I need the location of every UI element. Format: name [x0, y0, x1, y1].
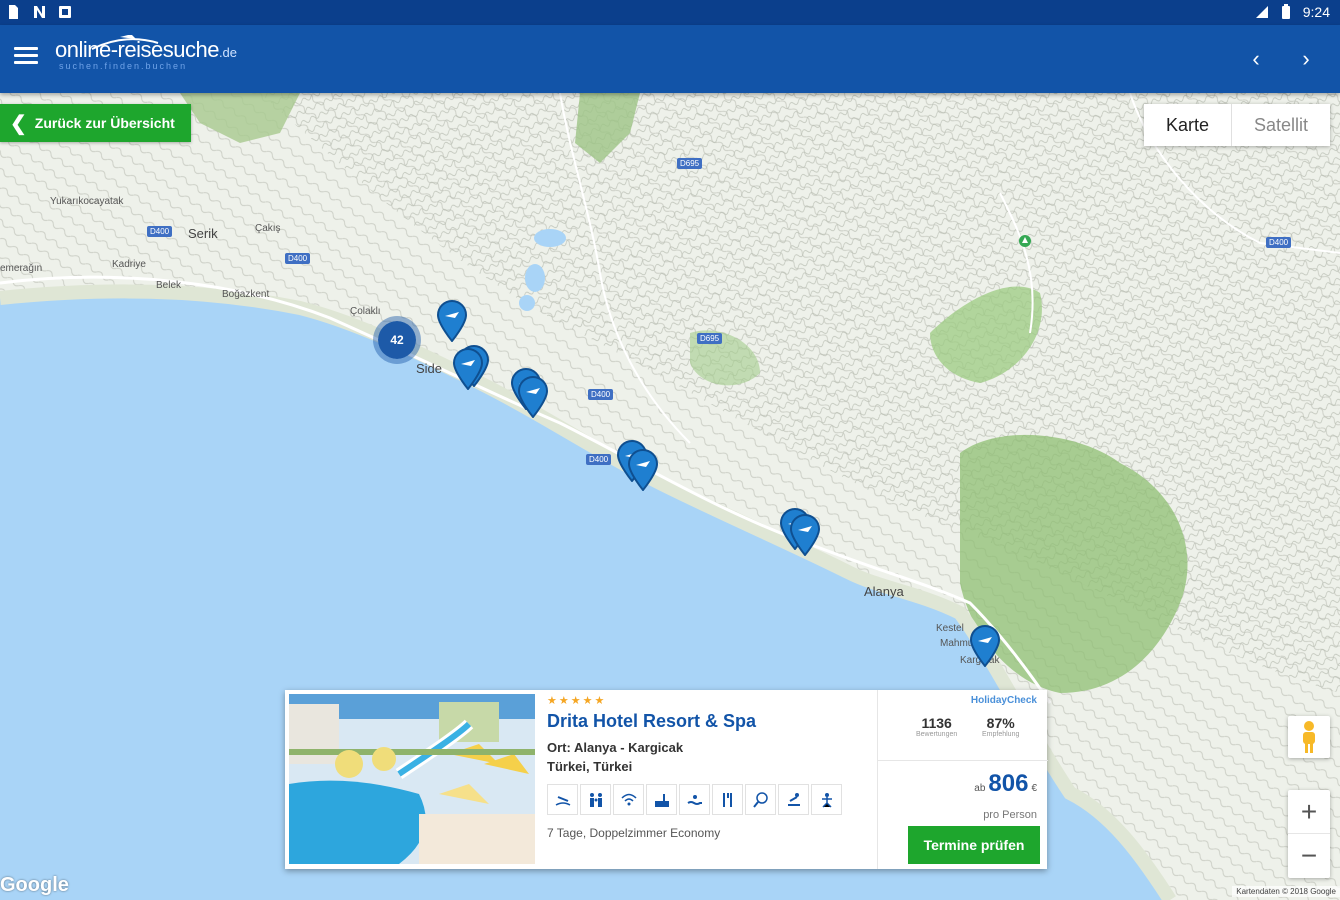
hotel-pin-icon[interactable]: [789, 514, 821, 556]
hotel-photo[interactable]: [289, 694, 535, 864]
place-label: Kestel: [936, 623, 964, 634]
place-label: Boğazkent: [222, 289, 270, 300]
tennis-icon: [745, 784, 776, 815]
zoom-out-button[interactable]: −: [1288, 834, 1330, 878]
review-count-value: 1136: [921, 715, 952, 731]
road-badge: D695: [677, 158, 703, 169]
pool-icon: [646, 784, 677, 815]
road-badge: D400: [586, 454, 612, 465]
n-notification-icon: [34, 6, 45, 18]
price: ab 806 €: [974, 770, 1037, 798]
signal-icon: [1255, 6, 1268, 18]
chevron-left-icon: ❮: [10, 112, 27, 135]
app-bar: online-reisesuche.de suchen.finden.buche…: [0, 25, 1340, 93]
hotel-pin-icon[interactable]: [627, 449, 659, 491]
plane-logo-icon: [91, 35, 159, 50]
price-prefix: ab: [974, 783, 986, 794]
zoom-in-button[interactable]: +: [1288, 790, 1330, 834]
hotel-name[interactable]: Drita Hotel Resort & Spa: [547, 711, 875, 732]
amenities-row: [547, 784, 875, 815]
back-to-overview-button[interactable]: ❮ Zurück zur Übersicht: [0, 104, 191, 142]
star-rating: ★★★★★: [547, 695, 607, 707]
logo[interactable]: online-reisesuche.de suchen.finden.buche…: [55, 35, 238, 71]
place-label-alanya: Alanya: [864, 584, 904, 599]
google-logo: Google: [0, 874, 69, 896]
review-count: 1136 Bewertungen: [916, 715, 957, 738]
price-value: 806: [988, 770, 1029, 797]
road-badge: D400: [1266, 237, 1292, 248]
road-badge: D400: [588, 389, 614, 400]
place-label-serik: Serik: [188, 226, 218, 241]
logo-tagline: suchen.finden.buchen: [59, 61, 188, 71]
per-person-label: pro Person: [983, 809, 1037, 821]
park-poi-icon[interactable]: [1018, 234, 1032, 250]
status-time: 9:24: [1302, 4, 1330, 20]
recommendation-rate: 87% Empfehlung: [982, 715, 1019, 738]
place-label-side: Side: [416, 361, 443, 376]
beach-icon: [547, 784, 578, 815]
chevron-left-icon[interactable]: ‹: [1244, 45, 1268, 73]
place-label: Kadriye: [112, 259, 146, 270]
sim-icon: [9, 5, 18, 19]
place-label: Yukarıkocayatak: [50, 196, 124, 207]
back-button-label: Zurück zur Übersicht: [34, 115, 175, 131]
hotel-card[interactable]: ★★★★★ Drita Hotel Resort & Spa Ort: Alan…: [285, 690, 1048, 869]
spa-icon: [778, 784, 809, 815]
place-label: emerağın: [0, 263, 43, 274]
logo-tld: .de: [218, 45, 238, 60]
road-badge: D400: [285, 253, 311, 264]
hotel-country: Türkei, Türkei: [547, 759, 633, 774]
hotel-pin-icon-selected[interactable]: [969, 625, 1001, 667]
place-label: Çakış: [255, 223, 281, 234]
hamburger-menu-icon[interactable]: [14, 47, 38, 67]
map-type-toggle: Karte Satellit: [1143, 104, 1330, 146]
road-badge: D695: [697, 333, 723, 344]
zoom-control: + −: [1288, 790, 1330, 878]
hotel-cluster-marker[interactable]: 42: [373, 316, 421, 364]
app-notification-icon: [59, 6, 71, 18]
holidaycheck-logo: HolidayCheck: [970, 695, 1037, 706]
review-count-label: Bewertungen: [916, 731, 958, 738]
family-icon: [580, 784, 611, 815]
chevron-right-icon[interactable]: ›: [1294, 45, 1318, 73]
street-view-pegman-icon[interactable]: [1288, 716, 1330, 758]
status-bar: 9:24: [0, 0, 1340, 25]
price-panel: HolidayCheck 1136 Bewertungen 87% Empfeh…: [877, 690, 1048, 869]
hotel-pin-icon[interactable]: [452, 348, 484, 390]
hotel-pin-icon[interactable]: [517, 376, 549, 418]
hotel-info: ★★★★★ Drita Hotel Resort & Spa Ort: Alan…: [547, 694, 875, 864]
wifi-icon: [613, 784, 644, 815]
check-dates-button[interactable]: Termine prüfen: [908, 826, 1040, 864]
map-type-map-button[interactable]: Karte: [1144, 104, 1232, 146]
road-badge: D400: [147, 226, 173, 237]
restaurant-icon: [712, 784, 743, 815]
price-currency: €: [1031, 783, 1037, 794]
hotel-pin-icon[interactable]: [436, 300, 468, 342]
hotel-location: Ort: Alanya - Kargicak: [547, 740, 684, 755]
map-type-satellite-button[interactable]: Satellit: [1232, 104, 1330, 146]
place-label: Çolaklı: [350, 306, 381, 317]
recommendation-value: 87%: [986, 715, 1015, 731]
map-attribution[interactable]: Kartendaten © 2018 Google: [1232, 886, 1340, 897]
place-label: Belek: [156, 280, 182, 291]
battery-icon: [1281, 4, 1290, 19]
recommendation-label: Empfehlung: [982, 731, 1020, 738]
fitness-icon: [811, 784, 842, 815]
offer-details: 7 Tage, Doppelzimmer Economy: [547, 826, 721, 840]
divider: [878, 760, 1048, 761]
indoor-pool-icon: [679, 784, 710, 815]
